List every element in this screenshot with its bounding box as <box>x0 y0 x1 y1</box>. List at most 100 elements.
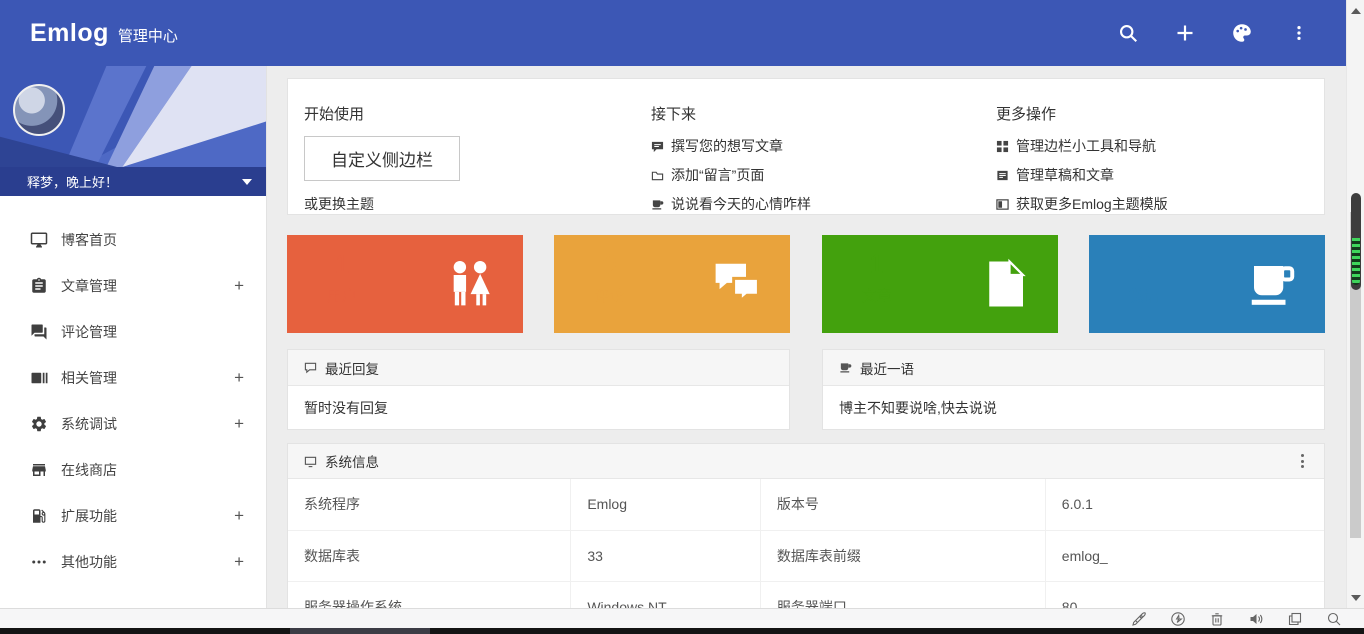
get-themes-link[interactable]: 获取更多Emlog主题模版 <box>996 194 1168 214</box>
stat-card-articles[interactable]: 1 文章 <box>822 235 1058 333</box>
users-icon <box>443 257 497 311</box>
sidebar-item-related[interactable]: 相关管理 + <box>0 355 266 401</box>
link-label: 撰写您的想写文章 <box>671 136 783 156</box>
drafts-icon <box>996 169 1009 182</box>
chat-outline-icon <box>304 361 317 374</box>
cup-icon <box>839 361 852 374</box>
welcome-panel: 开始使用 自定义侧边栏 或更换主题 接下来 撰写您的想写文章 添加“留言”页面 … <box>287 78 1325 215</box>
expand-plus: + <box>234 506 244 526</box>
zoom-search-icon[interactable] <box>1326 611 1342 627</box>
search-icon[interactable] <box>1116 21 1140 45</box>
boost-rocket-icon[interactable] <box>1131 611 1147 627</box>
media-library-icon <box>30 369 48 387</box>
stat-card-users[interactable]: 1 用户 <box>287 235 523 333</box>
recent-whisper-panel: 最近一语 博主不知要说啥,快去说说 <box>822 349 1325 430</box>
scroll-down-arrow[interactable] <box>1351 595 1361 601</box>
stat-card-comments[interactable]: 0 评论 <box>554 235 790 333</box>
manage-drafts-link[interactable]: 管理草稿和文章 <box>996 165 1168 185</box>
panel-body: 博主不知要说啥,快去说说 <box>823 386 1324 429</box>
add-icon[interactable] <box>1173 21 1197 45</box>
customize-sidebar-button[interactable]: 自定义侧边栏 <box>304 136 460 181</box>
panel-header: 系统信息 <box>288 444 1324 479</box>
expand-plus: + <box>234 276 244 296</box>
table-row: 数据库表 33 数据库表前缀 emlog_ <box>288 530 1324 581</box>
clipboard-icon <box>30 277 48 295</box>
sidebar-item-label: 相关管理 <box>61 368 117 388</box>
table-row: 服务器操作系统 Windows NT 服务器端口 80 <box>288 581 1324 608</box>
panel-title: 最近一语 <box>860 358 914 378</box>
taskbar-active-button[interactable] <box>290 628 430 634</box>
panel-header: 最近回复 <box>288 350 789 386</box>
link-label: 获取更多Emlog主题模版 <box>1016 194 1168 214</box>
comments-icon <box>710 257 764 311</box>
sidebar-item-comments[interactable]: 评论管理 <box>0 309 266 355</box>
sidebar-item-store[interactable]: 在线商店 <box>0 447 266 493</box>
manage-widgets-link[interactable]: 管理边栏小工具和导航 <box>996 136 1168 156</box>
sidebar-item-label: 评论管理 <box>61 322 117 342</box>
info-key: 数据库表 <box>288 530 571 581</box>
write-article-link[interactable]: 撰写您的想写文章 <box>651 136 811 156</box>
link-label: 管理草稿和文章 <box>1016 165 1114 185</box>
user-menu-bar[interactable]: 释梦，晚上好！ <box>0 167 266 196</box>
info-value: emlog_ <box>1045 530 1324 581</box>
sidebar-item-system[interactable]: 系统调试 + <box>0 401 266 447</box>
cascade-windows-icon[interactable] <box>1287 611 1303 627</box>
stat-value: 1 <box>313 249 371 279</box>
sidebar-item-extensions[interactable]: 扩展功能 + <box>0 493 266 539</box>
info-value: 80 <box>1045 581 1324 608</box>
logo[interactable]: Emlog 管理中心 <box>30 19 178 48</box>
header-actions <box>1116 21 1311 45</box>
app-header: Emlog 管理中心 <box>0 0 1346 66</box>
scroll-progress-widget[interactable] <box>1351 193 1361 290</box>
plugin-icon <box>30 507 48 525</box>
info-value: Windows NT <box>571 581 761 608</box>
info-value: 6.0.1 <box>1045 479 1324 530</box>
sidebar-item-articles[interactable]: 文章管理 + <box>0 263 266 309</box>
sidebar-item-other[interactable]: 其他功能 + <box>0 539 266 585</box>
info-key: 服务器操作系统 <box>288 581 571 608</box>
next-steps-column: 接下来 撰写您的想写文章 添加“留言”页面 说说看今天的心情咋样 <box>651 79 811 223</box>
template-icon <box>996 198 1009 211</box>
scroll-up-arrow[interactable] <box>1351 8 1361 14</box>
info-key: 系统程序 <box>288 479 571 530</box>
monitor-icon <box>30 231 48 249</box>
monitor-outline-icon <box>304 455 317 468</box>
sidebar-item-blog-home[interactable]: 博客首页 <box>0 217 266 263</box>
browser-bottom-bar <box>0 608 1364 628</box>
stat-text: 0 评论 <box>580 249 638 306</box>
sidebar-item-label: 文章管理 <box>61 276 117 296</box>
info-key: 版本号 <box>760 479 1045 530</box>
stat-label: 评论 <box>580 285 638 306</box>
store-icon <box>30 461 48 479</box>
panel-body: 暂时没有回复 <box>288 386 789 429</box>
palette-icon[interactable] <box>1230 21 1254 45</box>
table-row: 系统程序 Emlog 版本号 6.0.1 <box>288 479 1324 530</box>
stat-label: 用户 <box>313 285 371 306</box>
panel-title: 最近回复 <box>325 358 379 378</box>
speed-gauge-icon[interactable] <box>1170 611 1186 627</box>
stat-value: 0 <box>1115 249 1173 279</box>
chevron-down-icon <box>242 179 252 185</box>
info-key: 数据库表前缀 <box>760 530 1045 581</box>
sidebar-item-label: 其他功能 <box>61 552 117 572</box>
volume-icon[interactable] <box>1248 611 1264 627</box>
panel-menu-icon[interactable] <box>1297 450 1308 472</box>
ellipsis-icon <box>30 553 48 571</box>
stat-text: 1 用户 <box>313 249 371 306</box>
change-theme-link[interactable]: 或更换主题 <box>304 194 460 214</box>
column-title: 开始使用 <box>304 103 460 124</box>
sidebar-hero <box>0 66 266 167</box>
stat-text: 1 文章 <box>848 249 906 306</box>
add-page-link[interactable]: 添加“留言”页面 <box>651 165 811 185</box>
scrollbar <box>1346 0 1364 608</box>
panel-title: 系统信息 <box>325 451 379 471</box>
chat-bubbles-icon <box>30 323 48 341</box>
avatar[interactable] <box>13 84 65 136</box>
post-whisper-link[interactable]: 说说看今天的心情咋样 <box>651 194 811 214</box>
stat-text: 0 微语 <box>1115 249 1173 306</box>
trash-icon[interactable] <box>1209 611 1225 627</box>
kebab-menu-icon[interactable] <box>1287 21 1311 45</box>
stat-label: 文章 <box>848 285 906 306</box>
stat-card-whispers[interactable]: 0 微语 <box>1089 235 1325 333</box>
cup-icon <box>1245 257 1299 311</box>
